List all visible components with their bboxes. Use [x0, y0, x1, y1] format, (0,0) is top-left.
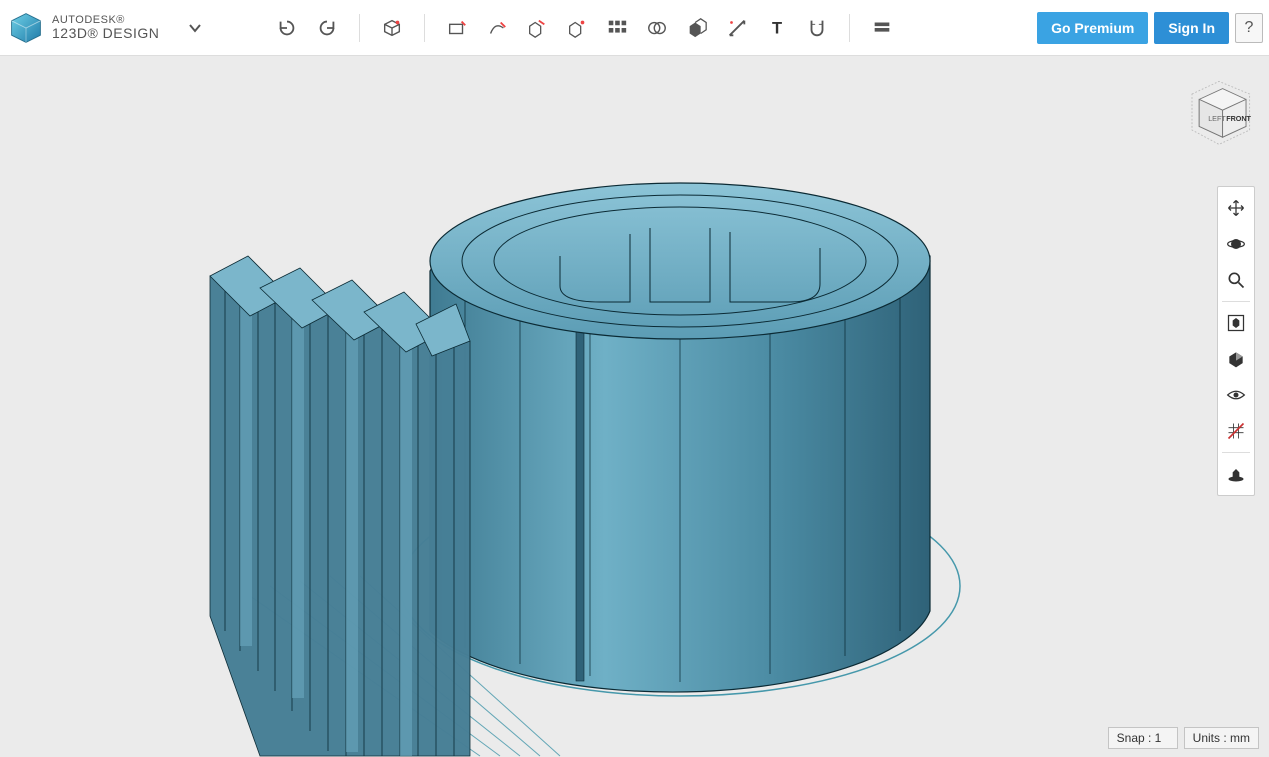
tools-group: T: [439, 10, 835, 46]
group-button[interactable]: [639, 10, 675, 46]
toolbar-separator: [424, 14, 425, 42]
fit-icon: [1226, 313, 1246, 333]
magnet-icon: [806, 17, 828, 39]
chevron-down-icon: [188, 21, 202, 35]
measure-icon: [726, 17, 748, 39]
grid-toggle-button[interactable]: [1219, 414, 1253, 448]
svg-text:T: T: [772, 19, 782, 37]
viewcube-front-label: FRONT: [1226, 114, 1251, 123]
toolbar-separator: [1222, 452, 1250, 453]
fit-button[interactable]: [1219, 306, 1253, 340]
group-icon: [646, 17, 668, 39]
text-button[interactable]: T: [759, 10, 795, 46]
status-bar: Snap : 1 Units : mm: [1108, 727, 1259, 749]
product-text: 123D® DESIGN: [52, 26, 159, 40]
undo-button[interactable]: [269, 10, 305, 46]
snap-button[interactable]: [799, 10, 835, 46]
construct-icon: [526, 17, 548, 39]
toolbar-separator: [359, 14, 360, 42]
shade-icon: [1226, 349, 1246, 369]
orbit-icon: [1226, 234, 1246, 254]
viewport[interactable]: LEFT FRONT Snap : 1 Un: [0, 56, 1269, 757]
measure-button[interactable]: [719, 10, 755, 46]
toolbar-separator: [849, 14, 850, 42]
app-logo[interactable]: AUTODESK® 123D® DESIGN: [8, 10, 209, 46]
primitives-icon: [381, 17, 403, 39]
ground-button[interactable]: [1219, 457, 1253, 491]
construct-button[interactable]: [519, 10, 555, 46]
pattern-icon: [606, 17, 628, 39]
material-button[interactable]: [864, 10, 900, 46]
zoom-button[interactable]: [1219, 263, 1253, 297]
modify-icon: [566, 17, 588, 39]
view-cube[interactable]: LEFT FRONT: [1183, 76, 1255, 148]
top-toolbar: AUTODESK® 123D® DESIGN: [0, 0, 1269, 56]
app-menu-dropdown[interactable]: [181, 14, 209, 42]
undo-icon: [276, 17, 298, 39]
redo-icon: [316, 17, 338, 39]
combine-button[interactable]: [679, 10, 715, 46]
draw-button[interactable]: [479, 10, 515, 46]
toolbar-separator: [1222, 301, 1250, 302]
visibility-button[interactable]: [1219, 378, 1253, 412]
pan-button[interactable]: [1219, 191, 1253, 225]
units-status[interactable]: Units : mm: [1184, 727, 1259, 749]
draw-icon: [486, 17, 508, 39]
modify-button[interactable]: [559, 10, 595, 46]
redo-button[interactable]: [309, 10, 345, 46]
sketch-icon: [446, 17, 468, 39]
app-logo-icon: [8, 10, 44, 46]
shade-button[interactable]: [1219, 342, 1253, 376]
viewcube-left-label: LEFT: [1208, 114, 1226, 123]
zoom-icon: [1226, 270, 1246, 290]
material-icon: [871, 17, 893, 39]
account-buttons: Go Premium Sign In ?: [1037, 12, 1263, 44]
text-icon: T: [766, 17, 788, 39]
go-premium-button[interactable]: Go Premium: [1037, 12, 1148, 44]
ground-icon: [1226, 464, 1246, 484]
view-toolbar: [1217, 186, 1255, 496]
history-group: [269, 10, 345, 46]
eye-icon: [1226, 385, 1246, 405]
orbit-button[interactable]: [1219, 227, 1253, 261]
sketch-button[interactable]: [439, 10, 475, 46]
pattern-button[interactable]: [599, 10, 635, 46]
help-button[interactable]: ?: [1235, 13, 1263, 43]
snap-status[interactable]: Snap : 1: [1108, 727, 1178, 749]
combine-icon: [686, 17, 708, 39]
primitives-button[interactable]: [374, 10, 410, 46]
grid-off-icon: [1226, 421, 1246, 441]
scene-3d: [0, 56, 1269, 757]
pan-icon: [1226, 198, 1246, 218]
sign-in-button[interactable]: Sign In: [1154, 12, 1229, 44]
